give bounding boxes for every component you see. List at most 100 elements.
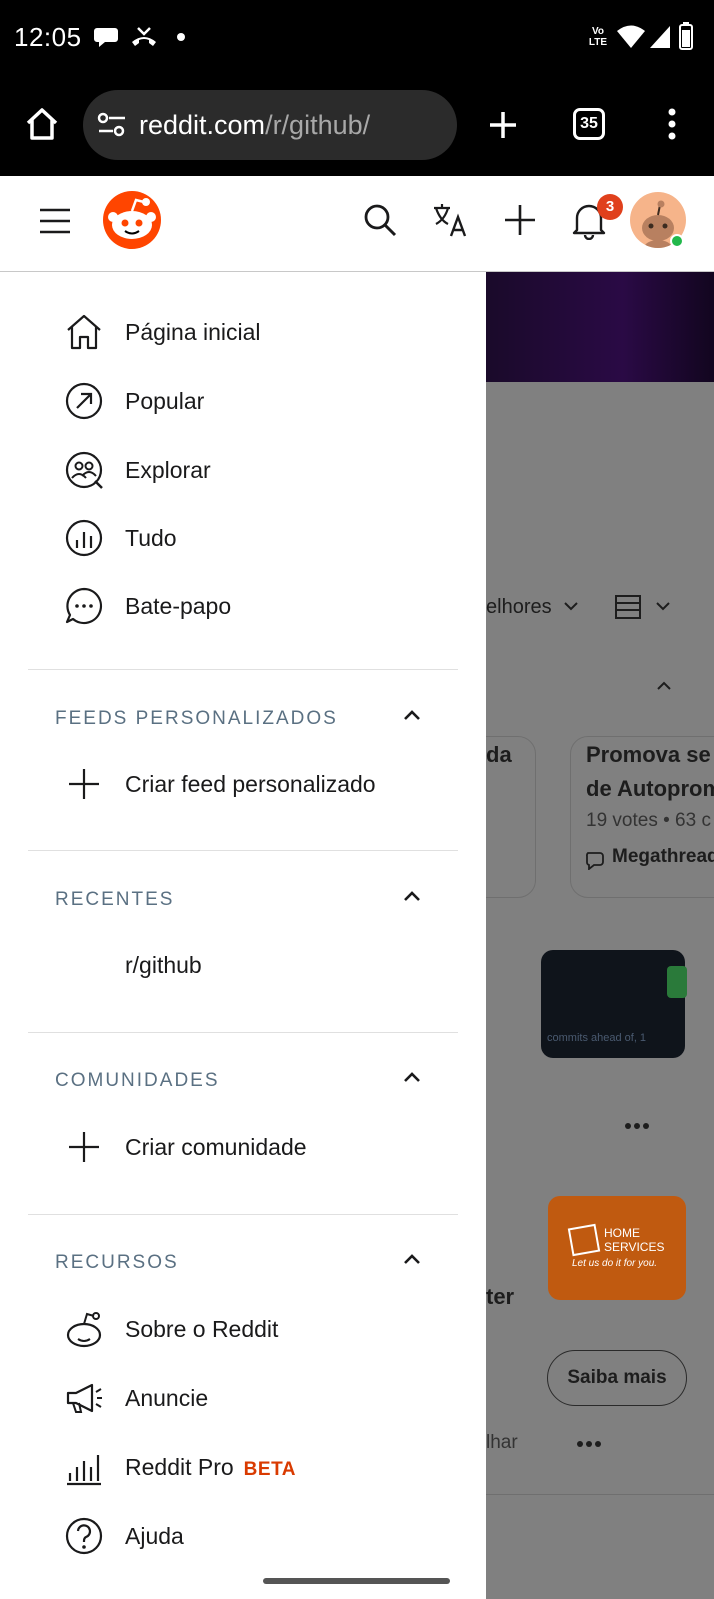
chat-bubble-icon bbox=[94, 28, 118, 47]
reddit-header: 3 bbox=[0, 176, 714, 272]
url-host: reddit.com bbox=[139, 110, 266, 140]
ad-title: ter bbox=[486, 1284, 515, 1309]
nav-item-label: Criar feed personalizado bbox=[125, 771, 376, 797]
featured-card-tag: Megathread bbox=[612, 846, 714, 867]
reddit-pro-label: Reddit Pro bbox=[125, 1454, 234, 1480]
translate-icon[interactable] bbox=[432, 202, 468, 238]
nav-item-label: Reddit Pro BETA bbox=[125, 1454, 296, 1481]
nav-item-home[interactable]: Página inicial bbox=[0, 302, 486, 364]
nav-item-label: r/github bbox=[125, 952, 202, 978]
help-icon bbox=[65, 1517, 103, 1555]
ad-thumbnail: HOME SERVICES Let us do it for you. bbox=[548, 1196, 686, 1300]
chat-icon bbox=[65, 587, 103, 625]
create-custom-feed-button[interactable]: Criar feed personalizado bbox=[0, 754, 486, 816]
home-icon bbox=[67, 314, 101, 350]
share-label: lhar bbox=[486, 1432, 518, 1453]
background-page-overlay[interactable]: elhores da Promova se de Autoprom 19 vot… bbox=[486, 272, 714, 1599]
divider bbox=[28, 1032, 458, 1033]
ad-brand-line-2: SERVICES bbox=[604, 1240, 665, 1254]
url-path: /r/github/ bbox=[265, 110, 371, 140]
signal-icon bbox=[650, 26, 670, 48]
explore-icon bbox=[65, 451, 103, 489]
nav-item-all[interactable]: Tudo bbox=[0, 508, 486, 570]
dot-icon bbox=[177, 33, 185, 41]
featured-card-meta: 19 votes • 63 c bbox=[586, 810, 711, 831]
nav-item-label: Explorar bbox=[125, 457, 211, 483]
nav-item-label: Criar comunidade bbox=[125, 1134, 307, 1160]
featured-card-title: de Autoprom bbox=[586, 776, 714, 801]
plus-icon bbox=[69, 769, 99, 799]
more-options-icon bbox=[625, 1123, 649, 1129]
status-time: 12:05 bbox=[14, 22, 82, 52]
nav-item-about-reddit[interactable]: Sobre o Reddit bbox=[0, 1299, 486, 1361]
divider bbox=[28, 669, 458, 670]
browser-toolbar: reddit.com/r/github/ 35 bbox=[0, 78, 714, 176]
section-custom-feeds-header[interactable]: FEEDS PERSONALIZADOS bbox=[0, 698, 486, 738]
nav-item-advertise[interactable]: Anuncie bbox=[0, 1368, 486, 1430]
battery-icon bbox=[679, 22, 693, 50]
create-post-icon[interactable] bbox=[502, 202, 538, 238]
address-bar[interactable]: reddit.com/r/github/ bbox=[83, 90, 457, 160]
divider bbox=[486, 1494, 714, 1495]
reddit-alien-icon bbox=[66, 1312, 102, 1348]
menu-icon[interactable] bbox=[38, 206, 72, 236]
divider bbox=[28, 1214, 458, 1215]
nav-item-label: Ajuda bbox=[125, 1523, 184, 1549]
comment-icon bbox=[586, 852, 604, 870]
new-tab-icon[interactable] bbox=[487, 109, 519, 141]
gesture-home-bar[interactable] bbox=[263, 1578, 450, 1584]
status-bar: 12:05 Vo LTE bbox=[0, 0, 714, 78]
site-settings-icon[interactable] bbox=[97, 112, 127, 138]
section-communities-header[interactable]: COMUNIDADES bbox=[0, 1060, 486, 1100]
url-text: reddit.com/r/github/ bbox=[139, 110, 370, 141]
home-button-icon[interactable] bbox=[24, 106, 60, 142]
browser-menu-icon[interactable] bbox=[664, 106, 680, 142]
beta-badge: BETA bbox=[243, 1459, 296, 1480]
nav-item-label: Página inicial bbox=[125, 319, 261, 345]
all-icon bbox=[65, 519, 103, 557]
ad-tagline: Let us do it for you. bbox=[572, 1258, 658, 1269]
notification-badge: 3 bbox=[597, 194, 623, 220]
post-thumbnail: commits ahead of, 1 bbox=[541, 950, 687, 1058]
chevron-down-icon bbox=[564, 602, 578, 611]
chevron-up-icon bbox=[404, 1072, 420, 1082]
nav-item-popular[interactable]: Popular bbox=[0, 371, 486, 433]
community-banner bbox=[486, 272, 714, 382]
section-resources-header[interactable]: RECURSOS bbox=[0, 1242, 486, 1282]
reddit-logo[interactable] bbox=[102, 190, 162, 250]
plus-icon bbox=[69, 1132, 99, 1162]
section-title: RECURSOS bbox=[55, 1252, 179, 1273]
nav-item-explore[interactable]: Explorar bbox=[0, 440, 486, 502]
bar-chart-icon bbox=[67, 1455, 101, 1486]
nav-item-help[interactable]: Ajuda bbox=[0, 1506, 486, 1568]
section-recent-header[interactable]: RECENTES bbox=[0, 879, 486, 919]
volte-icon: Vo LTE bbox=[588, 26, 608, 48]
nav-item-label: Popular bbox=[125, 388, 205, 414]
popular-icon bbox=[65, 382, 103, 420]
missed-call-icon bbox=[132, 27, 156, 46]
nav-item-label: Bate-papo bbox=[125, 593, 232, 619]
megaphone-icon bbox=[66, 1383, 102, 1413]
recent-item-r-github[interactable]: r/github bbox=[0, 935, 486, 997]
chevron-up-icon bbox=[657, 681, 671, 690]
divider bbox=[28, 850, 458, 851]
chevron-up-icon bbox=[404, 891, 420, 901]
tab-switcher-button[interactable]: 35 bbox=[573, 108, 605, 140]
section-title: FEEDS PERSONALIZADOS bbox=[55, 708, 338, 729]
ad-brand-line-1: HOME bbox=[604, 1226, 640, 1240]
thumbnail-caption: commits ahead of, 1 bbox=[547, 1032, 647, 1044]
chevron-down-icon bbox=[656, 602, 670, 611]
featured-card-title: da bbox=[486, 742, 512, 767]
learn-more-button[interactable]: Saiba mais bbox=[547, 1350, 687, 1406]
chevron-up-icon bbox=[404, 1254, 420, 1264]
sort-label: elhores bbox=[486, 596, 552, 618]
featured-card-title: Promova se bbox=[586, 742, 711, 767]
create-community-button[interactable]: Criar comunidade bbox=[0, 1117, 486, 1179]
online-status-dot bbox=[670, 234, 684, 248]
nav-item-chat[interactable]: Bate-papo bbox=[0, 576, 486, 638]
nav-item-label: Anuncie bbox=[125, 1385, 209, 1411]
search-icon[interactable] bbox=[362, 202, 398, 238]
section-title: RECENTES bbox=[55, 889, 175, 910]
nav-item-reddit-pro[interactable]: Reddit Pro BETA bbox=[0, 1437, 486, 1499]
navigation-drawer: Página inicial Popular Explorar Tudo Bat… bbox=[0, 272, 486, 1599]
